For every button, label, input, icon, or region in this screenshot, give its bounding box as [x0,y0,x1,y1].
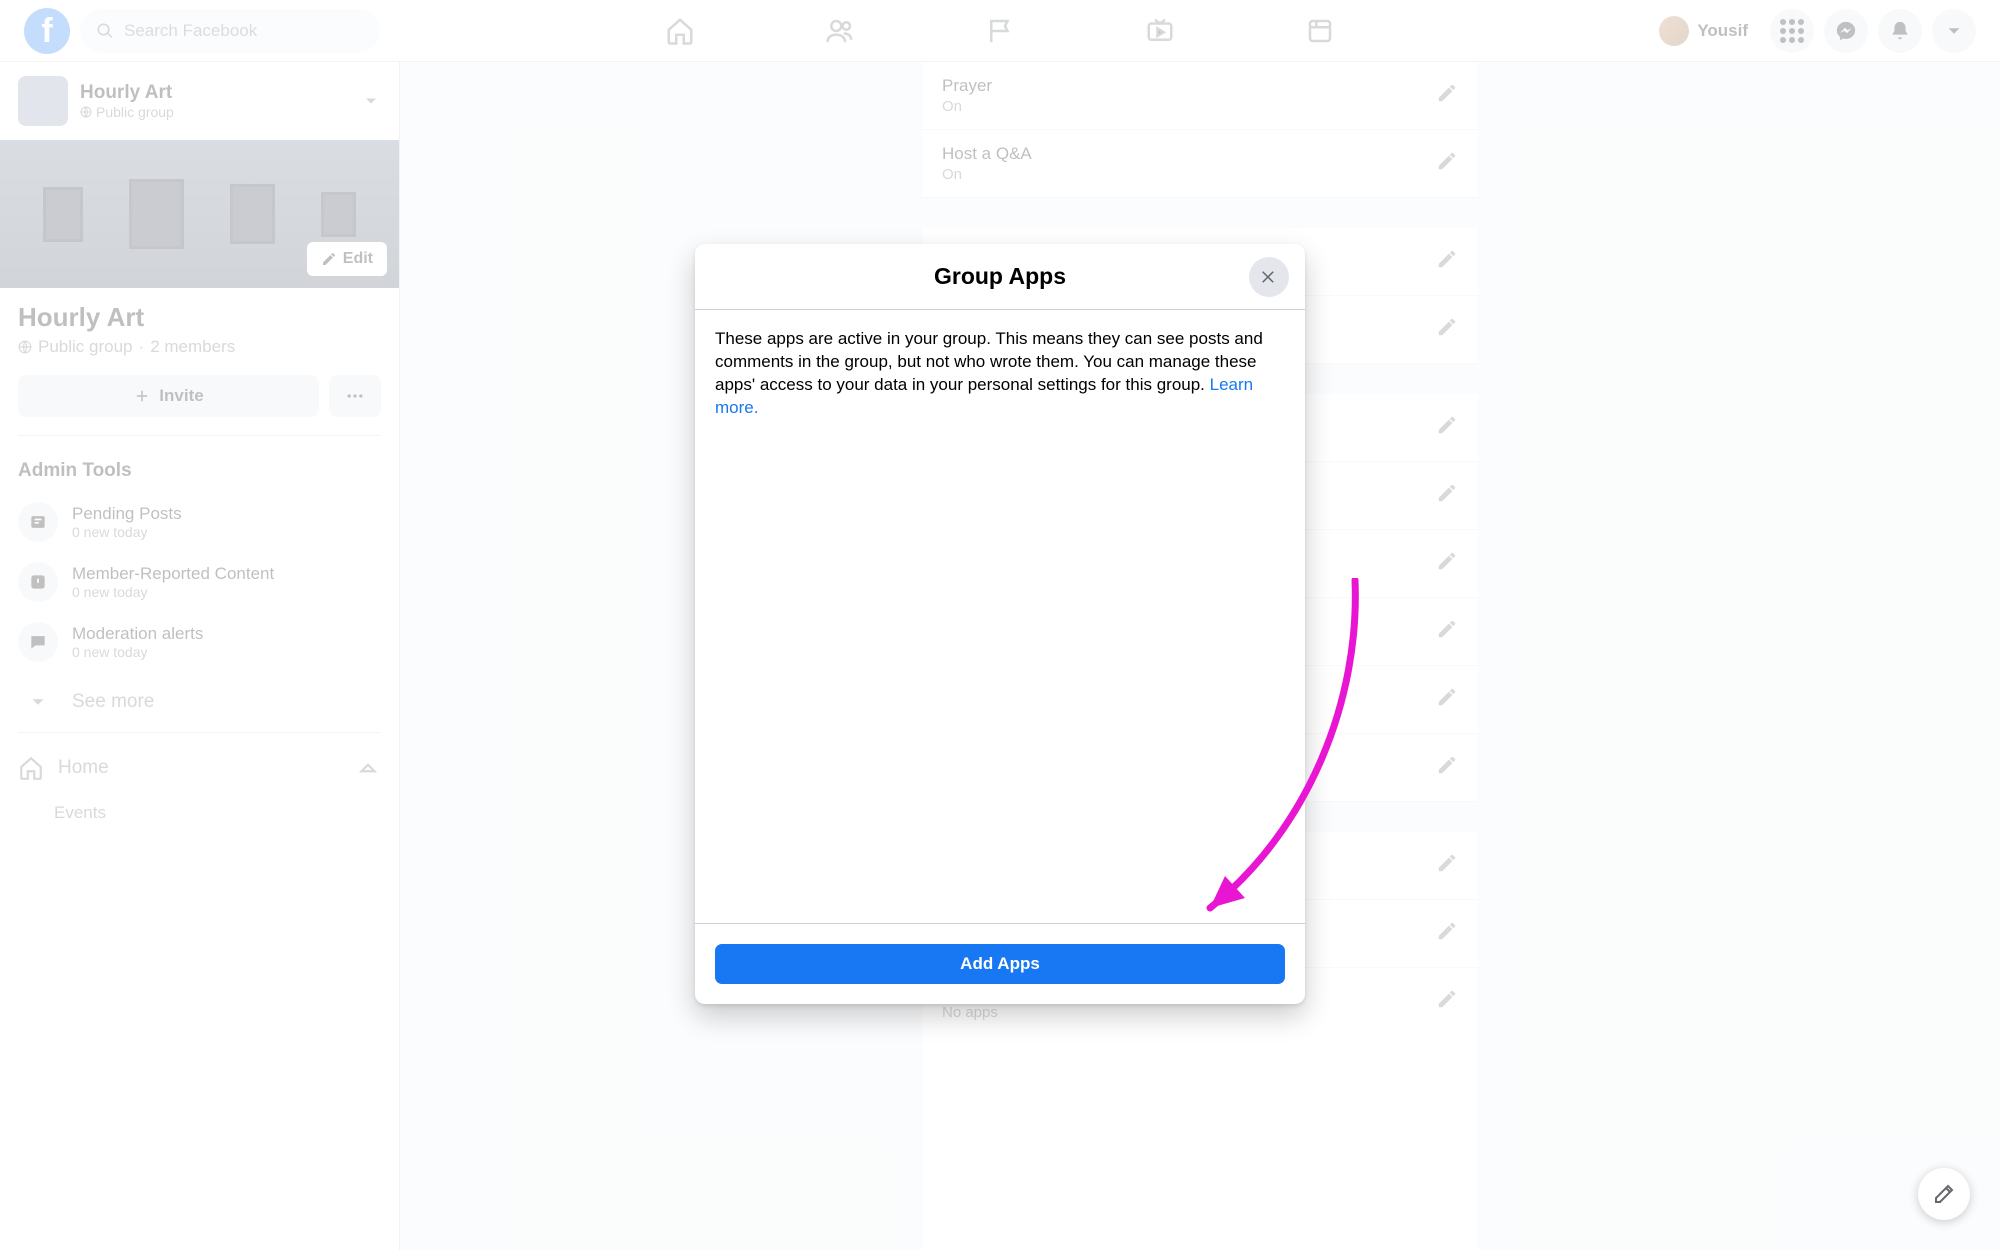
compose-icon [1932,1182,1956,1206]
modal-body-text: These apps are active in your group. Thi… [715,329,1263,394]
add-apps-label: Add Apps [960,954,1040,974]
modal-body: These apps are active in your group. Thi… [695,310,1305,923]
modal-close-button[interactable] [1249,257,1289,297]
group-apps-modal: Group Apps These apps are active in your… [695,244,1305,1004]
add-apps-button[interactable]: Add Apps [715,944,1285,984]
compose-button[interactable] [1918,1168,1970,1220]
modal-footer: Add Apps [695,923,1305,1004]
close-icon [1260,268,1278,286]
modal-header: Group Apps [695,244,1305,310]
modal-title: Group Apps [934,263,1066,290]
